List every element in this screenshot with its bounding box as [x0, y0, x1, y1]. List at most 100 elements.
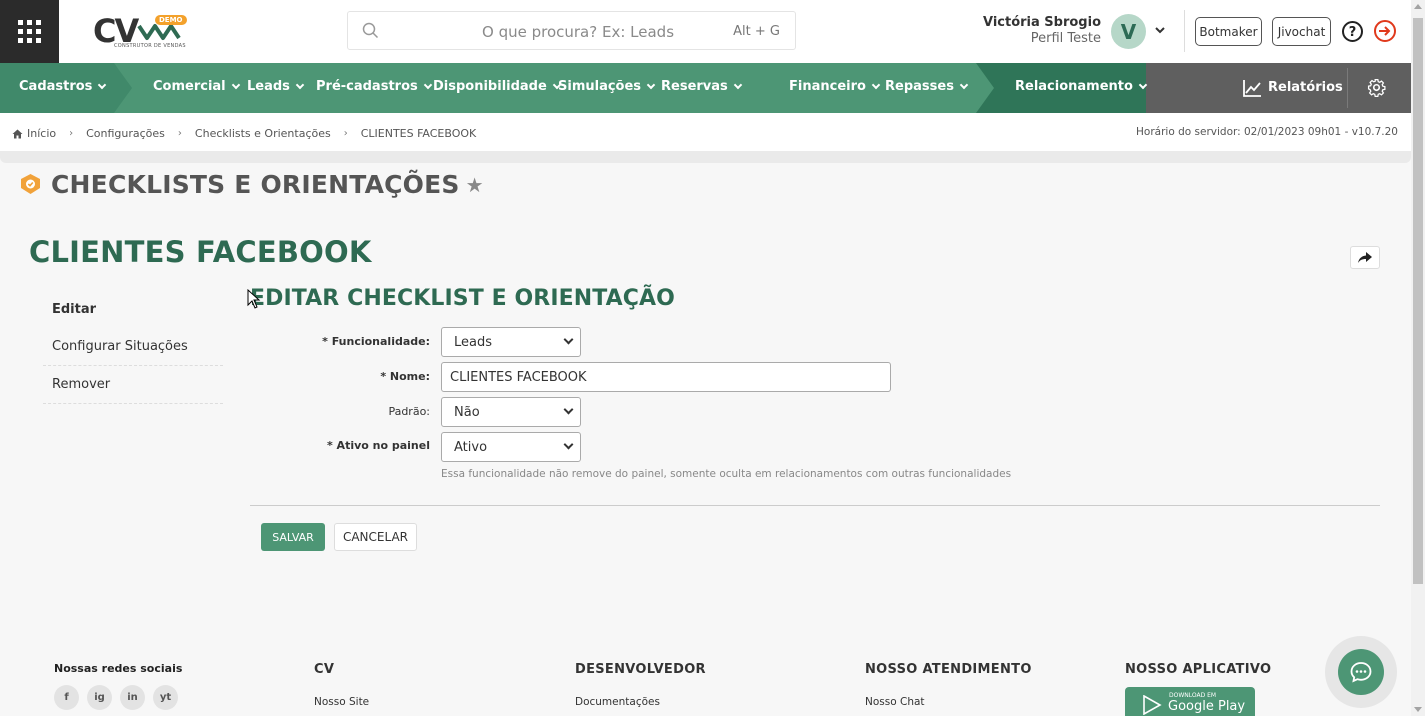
nav-divider [1347, 68, 1348, 108]
help-icon[interactable]: ? [1341, 20, 1364, 43]
footer-link-chat[interactable]: Nosso Chat [865, 696, 1032, 708]
funcionalidade-value: Leads [454, 335, 493, 350]
svg-text:?: ? [1349, 25, 1357, 40]
page-scrollbar[interactable] [1411, 0, 1425, 716]
search-input[interactable]: O que procura? Ex: Leads Alt + G [347, 11, 796, 50]
scrollbar-thumb[interactable] [1413, 18, 1423, 584]
nav-item-relacionamento[interactable]: Relacionamento [1015, 79, 1148, 94]
breadcrumb: Início › Configurações › Checklists e Or… [0, 113, 1411, 151]
form-row-nome: * Nome: CLIENTES FACEBOOK [250, 362, 950, 392]
nav-label: Disponibilidade [433, 79, 547, 94]
footer-social-title: Nossas redes sociais [54, 662, 183, 675]
breadcrumb-current: CLIENTES FACEBOOK [360, 127, 477, 140]
instagram-icon[interactable]: ig [87, 685, 112, 710]
side-menu-editar[interactable]: Editar [43, 290, 223, 328]
ativo-label: * Ativo no painel [326, 439, 430, 452]
side-menu-remover[interactable]: Remover [43, 366, 223, 404]
page-title-text: CHECKLISTS E ORIENTAÇÕES [51, 170, 460, 199]
nav-item-relatorios[interactable]: Relatórios [1268, 80, 1343, 95]
main-nav: Cadastros Comercial Leads Pré-cadastros … [0, 63, 1411, 113]
chart-line-icon[interactable] [1243, 79, 1262, 97]
mouse-cursor-icon [247, 289, 261, 309]
nome-input[interactable]: CLIENTES FACEBOOK [441, 362, 891, 392]
page-title: CHECKLISTS E ORIENTAÇÕES ★ [19, 170, 484, 199]
funcionalidade-select[interactable]: Leads [441, 327, 581, 357]
nav-item-reservas[interactable]: Reservas [661, 79, 743, 94]
favorite-star-icon[interactable]: ★ [466, 173, 484, 197]
avatar[interactable]: V [1111, 14, 1146, 49]
nav-label: Repasses [885, 79, 954, 94]
jivochat-button[interactable]: Jivochat [1272, 17, 1331, 46]
padrao-value: Não [454, 405, 480, 420]
apps-grid-button[interactable] [0, 0, 59, 63]
nav-item-simulacoes[interactable]: Simulações [558, 79, 656, 94]
gear-icon[interactable] [1367, 78, 1386, 97]
facebook-icon[interactable]: f [54, 685, 79, 710]
logo-demo-badge: DEMO [155, 15, 187, 25]
chevron-down-icon[interactable] [1154, 24, 1166, 36]
scroll-down-icon[interactable] [1414, 707, 1422, 712]
chevron-down-icon [231, 80, 240, 89]
footer-link-docs[interactable]: Documentações [575, 696, 706, 708]
footer-dev: DESENVOLVEDOR Documentações [575, 662, 706, 708]
footer-social: Nossas redes sociais [54, 662, 182, 675]
nav-label: Simulações [558, 79, 642, 94]
chevron-down-icon [959, 80, 969, 89]
breadcrumb-inicio[interactable]: Início [27, 127, 56, 140]
chevron-right-icon: › [69, 128, 74, 139]
ativo-hint: Essa funcionalidade não remove do painel… [441, 468, 1012, 480]
server-time: Horário do servidor: 02/01/2023 09h01 - … [1136, 126, 1398, 138]
nav-item-disponibilidade[interactable]: Disponibilidade [433, 79, 562, 94]
search-shortcut: Alt + G [733, 24, 780, 39]
ativo-select[interactable]: Ativo [441, 432, 581, 462]
form-title: EDITAR CHECKLIST E ORIENTAÇÃO [250, 286, 675, 311]
padrao-select[interactable]: Não [441, 397, 581, 427]
nav-item-financeiro[interactable]: Financeiro [789, 79, 881, 94]
checklist-badge-icon [21, 174, 40, 194]
logo-subtitle: CONSTRUTOR DE VENDAS [114, 43, 186, 49]
search-placeholder: O que procura? Ex: Leads [482, 23, 675, 41]
chat-button[interactable] [1325, 636, 1397, 708]
user-info[interactable]: Victória Sbrogio Perfil Teste [960, 15, 1101, 46]
user-profile: Perfil Teste [1030, 31, 1101, 46]
side-menu-configurar-situacoes[interactable]: Configurar Situações [43, 328, 223, 366]
breadcrumb-configuracoes[interactable]: Configurações [86, 127, 165, 140]
user-name: Victória Sbrogio [982, 15, 1101, 30]
nome-label: * Nome: [380, 370, 430, 383]
nav-item-repasses[interactable]: Repasses [885, 79, 969, 94]
logo[interactable]: CV DEMO CONSTRUTOR DE VENDAS [93, 12, 187, 52]
grid-icon [18, 20, 41, 43]
nav-item-pre-cadastros[interactable]: Pré-cadastros [316, 79, 432, 94]
chevron-down-icon [295, 80, 305, 89]
header-divider [1184, 10, 1185, 52]
cancel-button[interactable]: CANCELAR [334, 523, 417, 551]
home-icon[interactable] [12, 129, 23, 139]
footer: Nossas redes sociais f ig in yt CV Nosso… [0, 640, 1411, 716]
logo-wave-icon [137, 24, 181, 40]
share-button[interactable] [1350, 246, 1380, 269]
breadcrumb-checklists[interactable]: Checklists e Orientações [195, 127, 331, 140]
save-button[interactable]: SALVAR [261, 523, 325, 551]
google-play-button[interactable]: DOWNLOAD EM Google Play [1125, 687, 1255, 716]
nav-item-comercial[interactable]: Comercial [153, 79, 240, 94]
record-title: CLIENTES FACEBOOK [29, 235, 372, 269]
scroll-up-icon[interactable] [1414, 4, 1422, 9]
chevron-down-icon [871, 80, 881, 89]
nav-item-leads[interactable]: Leads [247, 79, 305, 94]
nav-label: Cadastros [19, 79, 93, 94]
logout-icon[interactable] [1373, 19, 1397, 43]
youtube-icon[interactable]: yt [153, 685, 178, 710]
linkedin-icon[interactable]: in [120, 685, 145, 710]
chevron-down-icon [563, 404, 574, 415]
nav-label: Financeiro [789, 79, 866, 94]
form-row-padrao: Padrão: Não [250, 397, 950, 427]
chevron-down-icon [1138, 80, 1148, 89]
side-menu: Editar Configurar Situações Remover [43, 290, 223, 404]
chevron-down-icon [733, 80, 743, 89]
botmaker-button[interactable]: Botmaker [1195, 17, 1262, 46]
footer-link-site[interactable]: Nosso Site [314, 696, 369, 708]
share-icon [1358, 252, 1372, 263]
footer-cv: CV Nosso Site [314, 662, 369, 708]
chevron-down-icon [98, 80, 107, 89]
nav-item-cadastros[interactable]: Cadastros [19, 79, 107, 94]
